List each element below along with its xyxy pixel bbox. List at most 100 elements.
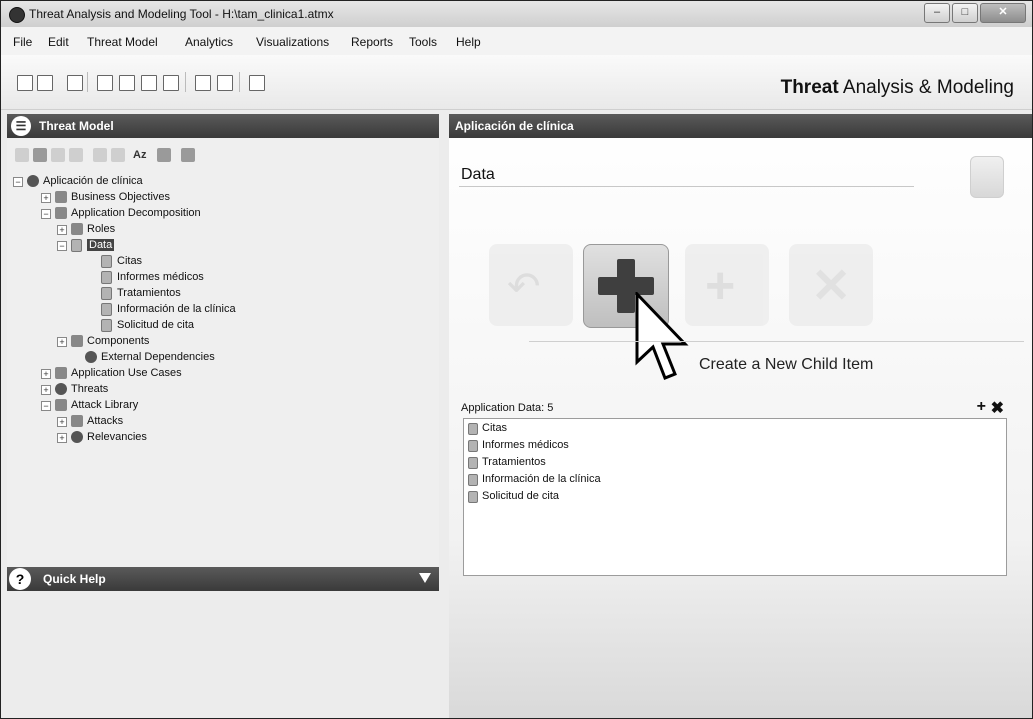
close-button[interactable]: ✕ bbox=[980, 3, 1026, 23]
collapse-icon[interactable]: − bbox=[57, 241, 67, 251]
expand-icon[interactable]: + bbox=[57, 337, 67, 347]
new-icon[interactable] bbox=[17, 75, 33, 91]
import-icon[interactable] bbox=[97, 75, 113, 91]
section-title: Data bbox=[461, 166, 495, 183]
move-up-icon[interactable] bbox=[15, 148, 29, 162]
minimize-button[interactable]: – bbox=[924, 3, 950, 23]
external-dependency-icon bbox=[85, 351, 97, 363]
toolbar-separator bbox=[185, 72, 186, 92]
tooltip-divider bbox=[529, 341, 1024, 342]
quick-help-header[interactable]: ? Quick Help bbox=[7, 567, 439, 591]
quick-help-title: Quick Help bbox=[43, 572, 106, 586]
mouse-cursor-icon bbox=[635, 292, 689, 380]
database-icon bbox=[101, 303, 112, 316]
move-down-arrow-icon[interactable] bbox=[111, 148, 125, 162]
use-cases-icon bbox=[55, 367, 67, 379]
relevancies-icon bbox=[71, 431, 83, 443]
maximize-button[interactable]: □ bbox=[952, 3, 978, 23]
add-sibling-plus-icon: + bbox=[705, 257, 736, 315]
application-icon bbox=[27, 175, 39, 187]
menu-tools[interactable]: Tools bbox=[409, 35, 437, 49]
delete-x-icon: ✕ bbox=[811, 260, 852, 313]
section-divider bbox=[459, 186, 914, 187]
tooltip-create-child: Create a New Child Item bbox=[699, 356, 874, 373]
application-data-label: Application Data: 5 bbox=[461, 402, 554, 414]
database-icon bbox=[101, 271, 112, 284]
roles-icon bbox=[71, 223, 83, 235]
export-icon[interactable] bbox=[119, 75, 135, 91]
collapse-icon[interactable]: − bbox=[13, 177, 23, 187]
delete-item-icon[interactable]: ✖ bbox=[991, 398, 1004, 418]
list-icon: ☰ bbox=[11, 116, 31, 136]
details-pane: Aplicación de clínica Data ↶ + ✕ Create … bbox=[449, 114, 1032, 718]
title-bar: Threat Analysis and Modeling Tool - H:\t… bbox=[1, 1, 1032, 28]
collapse-icon[interactable]: − bbox=[41, 209, 51, 219]
visualize-icon[interactable] bbox=[217, 75, 233, 91]
database-icon bbox=[101, 255, 112, 268]
report-icon[interactable] bbox=[163, 75, 179, 91]
collapse-icon[interactable]: − bbox=[41, 401, 51, 411]
add-sibling-icon[interactable] bbox=[51, 148, 65, 162]
menu-analytics[interactable]: Analytics bbox=[185, 35, 233, 49]
add-item-icon[interactable]: + bbox=[977, 398, 986, 416]
expand-icon[interactable]: + bbox=[57, 433, 67, 443]
delete-icon[interactable] bbox=[69, 148, 83, 162]
menu-threat-model[interactable]: Threat Model bbox=[87, 35, 158, 49]
database-icon bbox=[101, 319, 112, 332]
database-icon bbox=[468, 423, 478, 435]
application-data-list: Citas Informes médicos Tratamientos Info… bbox=[463, 418, 1007, 576]
refresh-icon[interactable] bbox=[141, 75, 157, 91]
sort-icon[interactable] bbox=[157, 148, 171, 162]
database-icon bbox=[101, 287, 112, 300]
brand-title: Threat Analysis & Modeling bbox=[780, 77, 1014, 98]
collapse-arrow-icon[interactable] bbox=[419, 573, 431, 583]
main-toolbar: Threat Analysis & Modeling bbox=[1, 55, 1032, 110]
details-header: Aplicación de clínica bbox=[449, 114, 1032, 138]
expand-icon[interactable]: + bbox=[57, 225, 67, 235]
sort-alpha-button[interactable]: Az bbox=[133, 149, 146, 161]
save-icon[interactable] bbox=[67, 75, 83, 91]
database-icon bbox=[468, 440, 478, 452]
database-icon bbox=[468, 491, 478, 503]
threat-model-title: Threat Model bbox=[39, 119, 114, 133]
attacks-shield-icon bbox=[71, 415, 83, 427]
menu-reports[interactable]: Reports bbox=[351, 35, 393, 49]
objectives-icon bbox=[55, 191, 67, 203]
delete-button[interactable]: ✕ bbox=[789, 244, 873, 326]
database-large-icon bbox=[970, 156, 1004, 198]
database-icon bbox=[71, 239, 82, 252]
back-button[interactable]: ↶ bbox=[489, 244, 573, 326]
chart-icon[interactable] bbox=[249, 75, 265, 91]
database-icon bbox=[468, 474, 478, 486]
toolbar-separator bbox=[239, 72, 240, 92]
menu-help[interactable]: Help bbox=[456, 35, 481, 49]
expand-icon[interactable]: + bbox=[41, 385, 51, 395]
expand-icon[interactable]: + bbox=[41, 369, 51, 379]
open-icon[interactable] bbox=[37, 75, 53, 91]
quick-help-body bbox=[7, 591, 439, 718]
view-options-icon[interactable] bbox=[181, 148, 195, 162]
app-icon bbox=[9, 7, 25, 23]
attack-library-icon bbox=[55, 399, 67, 411]
expand-icon[interactable]: + bbox=[57, 417, 67, 427]
menu-file[interactable]: File bbox=[13, 35, 32, 49]
menu-edit[interactable]: Edit bbox=[48, 35, 69, 49]
database-icon bbox=[468, 457, 478, 469]
analyze-icon[interactable] bbox=[195, 75, 211, 91]
app-window: Threat Analysis and Modeling Tool - H:\t… bbox=[0, 0, 1033, 719]
toolbar-separator bbox=[87, 72, 88, 92]
components-icon bbox=[71, 335, 83, 347]
move-up-arrow-icon[interactable] bbox=[93, 148, 107, 162]
menu-visualizations[interactable]: Visualizations bbox=[256, 35, 329, 49]
expand-icon[interactable]: + bbox=[41, 193, 51, 203]
menu-bar: File Edit Threat Model Analytics Visuali… bbox=[1, 27, 1032, 56]
add-icon[interactable] bbox=[33, 148, 47, 162]
threats-icon bbox=[55, 383, 67, 395]
details-title: Aplicación de clínica bbox=[455, 119, 574, 133]
decomposition-icon bbox=[55, 207, 67, 219]
threat-model-header: ☰ Threat Model bbox=[7, 114, 439, 138]
add-sibling-button[interactable]: + bbox=[685, 244, 769, 326]
window-title: Threat Analysis and Modeling Tool - H:\t… bbox=[29, 7, 334, 21]
plus-icon-vertical bbox=[617, 259, 635, 313]
help-icon: ? bbox=[9, 568, 31, 590]
